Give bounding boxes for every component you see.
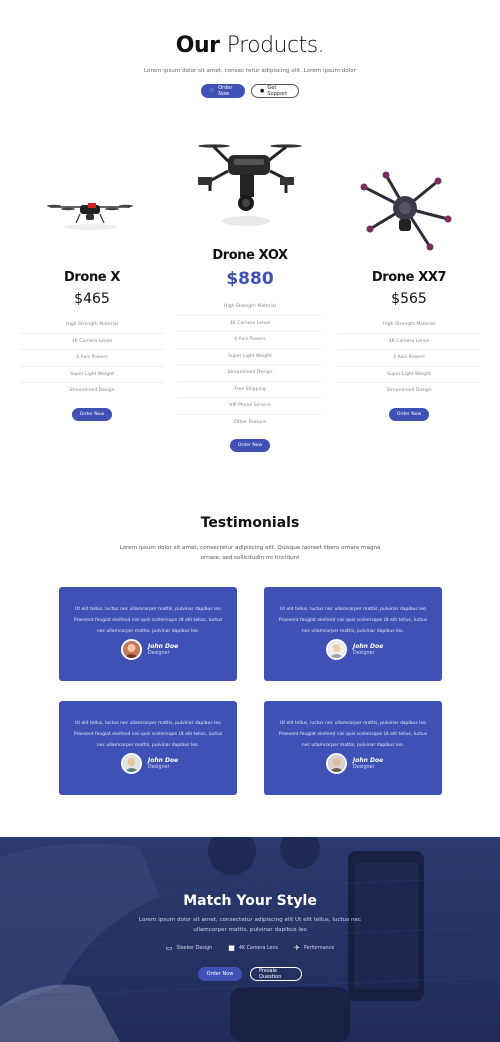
product-name: Drone XX7 (371, 270, 447, 285)
feature-item: 4K Camera Lense (178, 316, 322, 332)
author-name: John Doe (353, 643, 384, 650)
testimonial-card: Ut elit tellus, luctus nec ullamcorper m… (59, 701, 237, 795)
feature-item: Free Shipping (178, 382, 322, 398)
feature-item: Super Light Weight (178, 349, 322, 365)
feature-item: High Strength Material (178, 299, 322, 316)
product-card-drone-x: Drone X $465 High Strength Material 4K C… (20, 270, 164, 421)
feature-list: High Strength Material 4K Camera Lense 4… (178, 299, 322, 431)
author-role: Designer (148, 765, 170, 770)
title-light: Products. (226, 33, 325, 58)
order-now-button[interactable]: Order Now (389, 407, 429, 421)
get-support-label: Get Support (267, 85, 288, 97)
author-role: Designer (353, 651, 375, 656)
testimonial-card: Ut elit tellus, luctus nec ullamcorper m… (264, 587, 442, 681)
get-support-button[interactable]: ● Get Support (251, 84, 299, 98)
banner-subtitle: Lorem ipsum dolor sit amet, consectetur … (138, 917, 362, 933)
feature-list: High Strength Material 4K Camera Lense 4… (337, 317, 481, 400)
feature-item: Streamlined Design (386, 388, 432, 393)
feature-list: High Strength Material 4K Camera Lense 4… (20, 317, 164, 400)
feature-item: High Strength Material (20, 317, 164, 334)
feature-item: Streamlined Design (178, 365, 322, 382)
hero-buttons: 🛒 Order Now ● Get Support (0, 84, 500, 98)
feature-item: 4 Axis Powers (337, 350, 481, 367)
testimonial-text: Ut elit tellus, luctus nec ullamcorper m… (278, 721, 428, 748)
feature-item: Streamlined Design (69, 388, 115, 393)
product-price: $565 (391, 291, 427, 307)
product-name: Drone XOX (212, 248, 288, 263)
feature-label: 4K Camera Lens (238, 945, 279, 951)
order-now-label: Order Now (218, 85, 233, 97)
banner-features: ▭ Sleeker Design ■ 4K Camera Lens ✈ Perf… (0, 944, 500, 952)
product-price: $880 (226, 269, 274, 289)
feature-item: Super Light Weight (20, 367, 164, 383)
feature-item: 4 Axis Powers (178, 332, 322, 349)
product-card-drone-xx7: Drone XX7 $565 High Strength Material 4K… (337, 270, 481, 421)
testimonial-text: Ut elit tellus, luctus nec ullamcorper m… (73, 607, 223, 634)
testimonial-text: Ut elit tellus, luctus nec ullamcorper m… (73, 721, 223, 748)
banner-background-image (0, 837, 500, 1042)
info-icon: ● (260, 88, 265, 94)
avatar (326, 753, 347, 774)
video-camera-icon: ■ (228, 944, 235, 952)
feature-item: Super Light Weight (337, 367, 481, 383)
cart-icon: 🛒 (209, 88, 216, 94)
testimonial-card: Ut elit tellus, luctus nec ullamcorper m… (264, 701, 442, 795)
testimonials-subtitle: Lorem ipsum dolor sit amet, consectetur … (119, 545, 381, 561)
product-card-drone-xox: Drone XOX $880 High Strength Material 4K… (178, 248, 322, 452)
drone-x-image (47, 203, 133, 230)
banner-buttons: Order Now Presale Question (0, 967, 500, 981)
author-role: Designer (148, 651, 170, 656)
product-name: Drone X (64, 270, 120, 285)
author-name: John Doe (148, 757, 179, 764)
testimonial-text: Ut elit tellus, luctus nec ullamcorper m… (278, 607, 428, 634)
order-now-button[interactable]: 🛒 Order Now (201, 84, 245, 98)
feature-item: 4K Camera Lense (337, 334, 481, 350)
banner-order-now-button[interactable]: Order Now (198, 967, 242, 981)
feature-label: Performance (303, 945, 335, 951)
order-now-button[interactable]: Order Now (230, 439, 270, 452)
avatar (326, 639, 347, 660)
banner-feature: ✈ Performance (294, 944, 334, 952)
testimonial-card: Ut elit tellus, luctus nec ullamcorper m… (59, 587, 237, 681)
banner-title: Match Your Style (183, 893, 317, 909)
feature-item: 4K Camera Lense (20, 334, 164, 350)
airplane-icon: ✈ (294, 944, 300, 952)
banner-feature: ■ 4K Camera Lens (228, 944, 278, 952)
author-name: John Doe (148, 643, 179, 650)
banner-feature: ▭ Sleeker Design (166, 944, 213, 952)
products-section: Our Products. Lorem ipsum dolor sit amet… (0, 0, 500, 470)
drone-xx7-image (360, 171, 452, 251)
page-title: Our Products. (0, 33, 500, 58)
hero-subtitle: Lorem ipsum dolor sit amet, consec tetur… (144, 68, 356, 74)
feature-item: High Strength Material (337, 317, 481, 334)
feature-item: VIP Phone Service (178, 398, 322, 415)
testimonials-title: Testimonials (200, 515, 300, 531)
testimonial-author: John Doe Designer (121, 639, 178, 660)
drone-xox-image (198, 144, 302, 226)
order-now-button[interactable]: Order Now (72, 407, 112, 421)
testimonial-author: John Doe Designer (326, 753, 383, 774)
match-style-banner: Match Your Style Lorem ipsum dolor sit a… (0, 837, 500, 1042)
avatar (121, 639, 142, 660)
presale-question-button[interactable]: Presale Question (250, 967, 302, 981)
feature-item: Other Feature (234, 419, 266, 425)
author-role: Designer (353, 765, 375, 770)
title-bold: Our (175, 33, 220, 58)
feature-label: Sleeker Design (176, 945, 213, 951)
author-name: John Doe (353, 757, 384, 764)
testimonial-author: John Doe Designer (121, 753, 178, 774)
testimonial-author: John Doe Designer (326, 639, 383, 660)
feature-item: 4 Axis Powers (20, 350, 164, 367)
avatar (121, 753, 142, 774)
product-price: $465 (74, 291, 110, 307)
monitor-icon: ▭ (165, 944, 173, 952)
